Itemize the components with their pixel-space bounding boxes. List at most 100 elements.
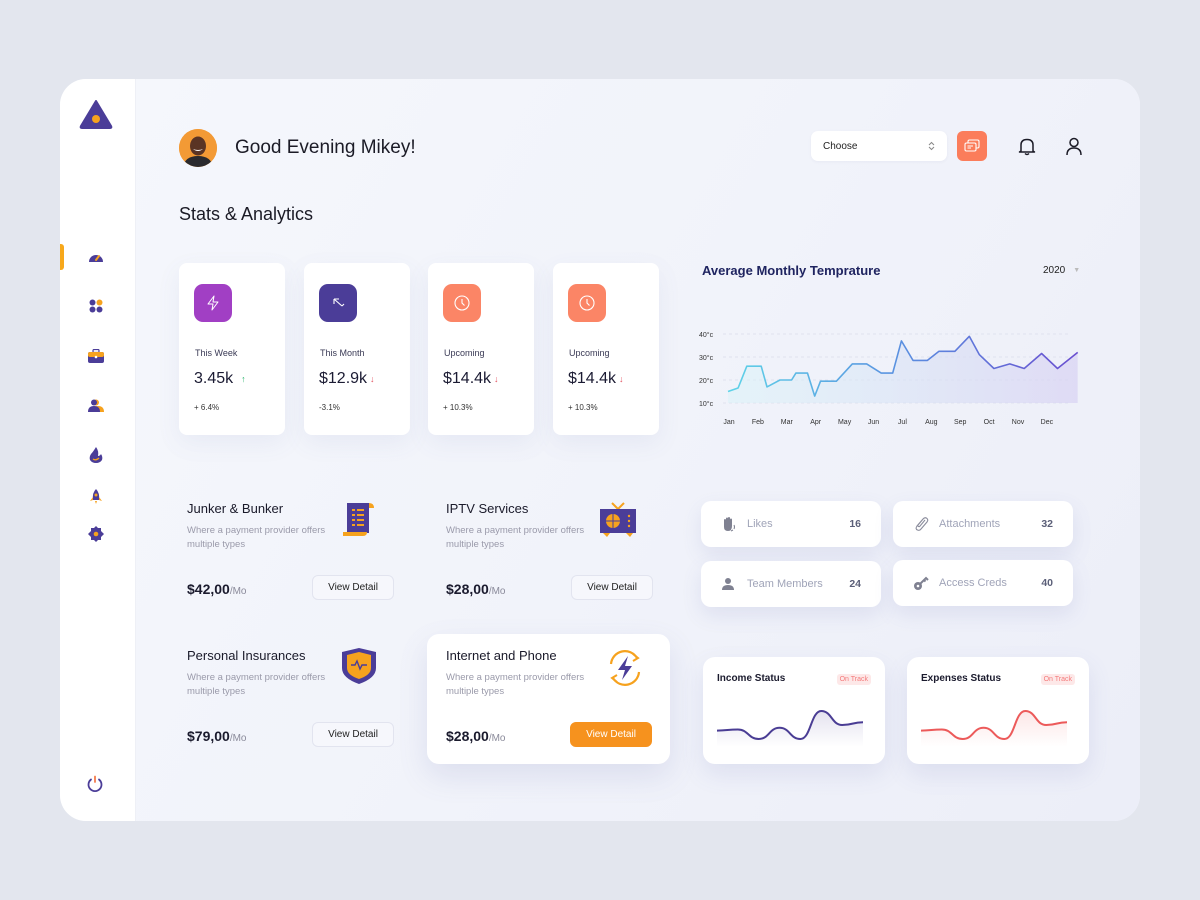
greeting-text: Good Evening Mikey! xyxy=(235,137,416,158)
status-badge: On Track xyxy=(836,674,871,685)
clap-hand-icon xyxy=(724,517,735,532)
plan-description: Where a payment provider offers multiple… xyxy=(446,525,585,550)
stat-card-upcoming[interactable]: Upcoming $14.4k ↓ + 10.3% xyxy=(428,263,534,435)
plan-card-iptv-services: IPTV Services Where a payment provider o… xyxy=(438,489,678,617)
main-content: Good Evening Mikey! Stats & Analytics Ch… xyxy=(136,79,1140,821)
choose-select[interactable]: Choose xyxy=(811,131,947,161)
counter-attachments[interactable]: Attachments 32 xyxy=(893,501,1073,547)
nav-active-indicator xyxy=(60,244,64,270)
trend-down-icon: ↓ xyxy=(370,374,375,384)
chat-icon xyxy=(964,139,980,152)
receipt-scroll-icon xyxy=(343,503,374,536)
chart-area-fill xyxy=(728,336,1078,403)
counter-team-members[interactable]: Team Members 24 xyxy=(701,561,881,607)
view-detail-button[interactable]: View Detail xyxy=(570,722,652,747)
x-tick-label: Feb xyxy=(752,419,764,426)
lightning-sync-icon xyxy=(609,650,641,686)
status-title: Expenses Status xyxy=(921,673,1002,684)
stat-change: + 10.3% xyxy=(568,403,598,412)
person-icon xyxy=(722,578,734,590)
stat-value: $14.4k ↓ xyxy=(443,370,499,388)
plan-price: $28,00/Mo xyxy=(446,581,506,597)
apps-grid-icon xyxy=(89,299,103,313)
counter-access-creds[interactable]: Access Creds 40 xyxy=(893,560,1073,606)
view-detail-button[interactable]: View Detail xyxy=(312,575,394,600)
stat-value: 3.45k ↑ xyxy=(194,370,246,388)
stat-label: Upcoming xyxy=(444,348,485,358)
stat-card-this-month[interactable]: This Month $12.9k ↓ -3.1% xyxy=(304,263,410,435)
sidebar-item-launch[interactable] xyxy=(86,487,106,507)
sort-chevrons-icon xyxy=(928,141,935,151)
paperclip-icon xyxy=(915,517,929,531)
plan-price-period: /Mo xyxy=(229,586,247,597)
sidebar-item-trending[interactable] xyxy=(86,445,106,465)
sidebar-item-dashboard[interactable] xyxy=(86,247,106,267)
sidebar-item-settings[interactable] xyxy=(86,524,106,544)
temperature-line-chart: 10°c 20°c 30°c 40°c Jan Feb Mar Apr May Jun Jul Au… xyxy=(699,331,1079,426)
income-sparkline xyxy=(717,709,864,747)
stat-change: + 6.4% xyxy=(194,403,220,412)
power-icon[interactable] xyxy=(86,775,104,793)
clock-icon xyxy=(454,295,470,311)
x-tick-label: Jan xyxy=(723,419,734,426)
view-detail-button[interactable]: View Detail xyxy=(312,722,394,747)
stat-icon-badge xyxy=(443,284,481,322)
stat-change: + 10.3% xyxy=(443,403,473,412)
counter-label: Access Creds xyxy=(939,577,1007,589)
counter-label: Team Members xyxy=(747,578,823,590)
plan-title: Personal Insurances xyxy=(187,648,306,663)
triangle-logo-icon[interactable] xyxy=(79,99,113,129)
plan-description: Where a payment provider offers multiple… xyxy=(187,525,326,550)
expenses-status-card[interactable]: Expenses Status On Track xyxy=(907,657,1089,764)
y-tick-label: 20°c xyxy=(699,377,714,385)
user-photo-icon xyxy=(179,129,217,167)
plan-price-amount: $28,00 xyxy=(446,728,489,744)
year-select[interactable]: 2020 ▼ xyxy=(1043,265,1080,276)
x-tick-label: Apr xyxy=(810,419,822,426)
plan-card-personal-insurances: Personal Insurances Where a payment prov… xyxy=(179,636,419,764)
trend-up-icon: ↑ xyxy=(241,374,246,384)
counter-value: 16 xyxy=(849,518,861,530)
sidebar xyxy=(60,79,136,821)
y-tick-label: 30°c xyxy=(699,354,714,362)
stat-change: -3.1% xyxy=(319,403,340,412)
x-tick-label: Sep xyxy=(954,419,967,426)
x-tick-label: Jun xyxy=(868,419,879,426)
sidebar-item-briefcase[interactable] xyxy=(86,346,106,366)
x-tick-label: Aug xyxy=(925,419,938,426)
x-tick-label: Mar xyxy=(781,419,794,426)
choose-select-value: Choose xyxy=(823,140,858,152)
counter-likes[interactable]: Likes 16 xyxy=(701,501,881,547)
counter-value: 40 xyxy=(1041,577,1053,589)
sidebar-item-users[interactable] xyxy=(86,396,106,416)
status-badge: On Track xyxy=(1040,674,1075,685)
plan-card-internet-phone: Internet and Phone Where a payment provi… xyxy=(427,634,670,764)
user-icon[interactable] xyxy=(1065,137,1083,156)
stat-icon-badge xyxy=(194,284,232,322)
plan-price: $28,00/Mo xyxy=(446,728,506,744)
x-tick-label: Dec xyxy=(1041,419,1054,426)
stat-value: $12.9k ↓ xyxy=(319,370,375,388)
sidebar-item-apps[interactable] xyxy=(86,296,106,316)
plan-title: Junker & Bunker xyxy=(187,501,284,516)
tv-icon xyxy=(600,502,636,537)
x-tick-label: Nov xyxy=(1012,419,1025,426)
chat-button[interactable] xyxy=(957,131,987,161)
status-title: Income Status xyxy=(717,673,786,684)
plan-price-amount: $28,00 xyxy=(446,581,489,597)
stat-value-text: 3.45k xyxy=(194,370,234,387)
plan-card-junker-bunker: Junker & Bunker Where a payment provider… xyxy=(179,489,419,617)
stat-card-upcoming-2[interactable]: Upcoming $14.4k ↓ + 10.3% xyxy=(553,263,659,435)
plan-price: $79,00/Mo xyxy=(187,728,247,744)
avatar[interactable] xyxy=(179,129,217,167)
bell-icon[interactable] xyxy=(1018,137,1036,156)
trend-down-icon: ↓ xyxy=(619,374,624,384)
page-title: Stats & Analytics xyxy=(179,204,314,224)
plan-price-period: /Mo xyxy=(229,733,247,744)
plan-title: Internet and Phone xyxy=(446,648,557,663)
view-detail-button[interactable]: View Detail xyxy=(571,575,653,600)
stat-card-this-week[interactable]: This Week 3.45k ↑ + 6.4% xyxy=(179,263,285,435)
income-status-card[interactable]: Income Status On Track xyxy=(703,657,885,764)
stat-value-text: $14.4k xyxy=(443,370,492,387)
chart-title: Average Monthly Temprature xyxy=(702,263,881,278)
